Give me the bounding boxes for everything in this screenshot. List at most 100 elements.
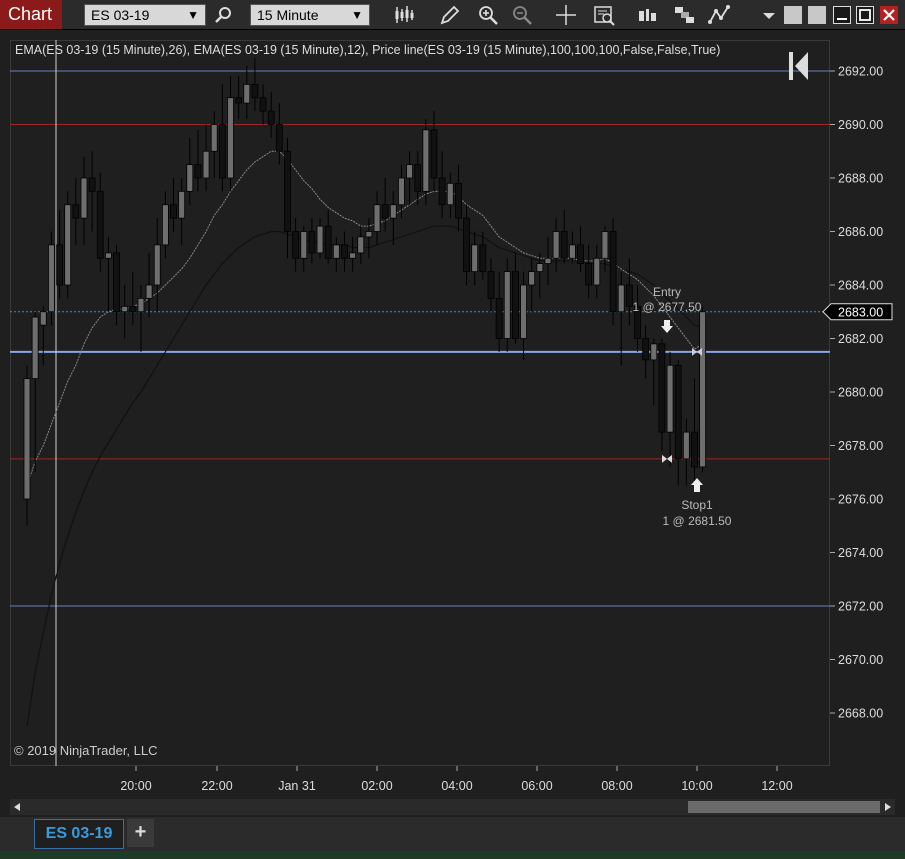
candle xyxy=(56,210,63,299)
y-tick-label: 2680.00 xyxy=(838,386,883,400)
candle xyxy=(23,365,31,526)
candle xyxy=(324,210,332,264)
y-tick-label: 2670.00 xyxy=(838,653,883,667)
candle xyxy=(235,76,243,120)
candle xyxy=(414,151,422,205)
candle xyxy=(471,231,479,285)
y-tick-label: 2668.00 xyxy=(838,707,883,721)
y-tick-label: 2686.00 xyxy=(838,225,883,239)
candle xyxy=(48,231,55,326)
svg-text:Stop1: Stop1 xyxy=(681,498,713,512)
candle xyxy=(463,204,470,285)
candle xyxy=(267,92,275,138)
candle xyxy=(137,285,145,352)
candle xyxy=(438,151,446,219)
candle xyxy=(398,164,405,219)
scroll-right-icon[interactable] xyxy=(881,799,895,815)
price-chart[interactable]: 2692.00 2690.00 2688.00 2686.00 2684.00 2682.… xyxy=(0,0,905,800)
x-tick-label: 02:00 xyxy=(361,779,392,793)
current-price-label: 2683.00 xyxy=(822,303,893,321)
x-tick-label: 12:00 xyxy=(761,779,792,793)
candle xyxy=(161,191,169,259)
candle xyxy=(650,338,658,406)
candle xyxy=(316,218,324,259)
y-tick-label: 2672.00 xyxy=(838,600,883,614)
x-tick-label: 22:00 xyxy=(201,779,232,793)
svg-text:Entry: Entry xyxy=(653,285,681,299)
status-strip xyxy=(0,851,905,859)
candle xyxy=(153,218,161,312)
candle xyxy=(308,218,316,264)
y-tick-label: 2674.00 xyxy=(838,546,883,560)
y-tick-label: 2678.00 xyxy=(838,439,883,453)
y-tick-label: 2690.00 xyxy=(838,118,883,132)
candle xyxy=(699,306,707,473)
x-tick-label: 10:00 xyxy=(681,779,712,793)
candle xyxy=(275,103,283,165)
candle xyxy=(194,129,202,192)
candle xyxy=(625,258,633,326)
candle xyxy=(96,172,104,272)
x-tick-label: 20:00 xyxy=(120,779,151,793)
candle xyxy=(31,311,39,473)
candle xyxy=(121,285,129,339)
x-tick-label: Jan 31 xyxy=(278,779,316,793)
candle xyxy=(593,244,601,299)
scroll-to-end-icon[interactable] xyxy=(789,52,808,80)
candle xyxy=(178,178,186,245)
ema-26-line xyxy=(26,225,703,727)
candle xyxy=(170,178,177,232)
candle xyxy=(430,111,438,192)
indicator-legend: EMA(ES 03-19 (15 Minute),26), EMA(ES 03-… xyxy=(15,43,721,57)
y-tick-label: 2684.00 xyxy=(838,279,883,293)
add-tab-button[interactable]: + xyxy=(127,819,154,847)
candle xyxy=(634,285,641,352)
candle xyxy=(365,218,373,259)
candle xyxy=(64,191,72,299)
candle xyxy=(658,338,666,451)
candle xyxy=(210,111,218,178)
candle xyxy=(88,151,96,232)
candle xyxy=(105,236,112,312)
candle xyxy=(129,271,137,326)
candle xyxy=(251,57,259,112)
candle xyxy=(528,258,536,312)
candle xyxy=(503,258,511,352)
candle xyxy=(349,236,357,272)
candle xyxy=(446,172,454,219)
candle xyxy=(145,252,153,318)
candle xyxy=(512,252,519,344)
candle xyxy=(487,258,495,312)
candle xyxy=(357,226,365,264)
scroll-left-icon[interactable] xyxy=(10,799,24,815)
candle xyxy=(259,84,267,125)
candle xyxy=(674,359,682,486)
y-tick-label: 2688.00 xyxy=(838,172,883,186)
candle xyxy=(585,244,593,299)
candle xyxy=(373,191,381,245)
candle xyxy=(406,151,413,205)
candle xyxy=(243,65,251,120)
candle xyxy=(284,137,291,259)
copyright-text: © 2019 NinjaTrader, LLC xyxy=(14,743,158,758)
candle xyxy=(495,271,503,352)
candle xyxy=(682,418,690,486)
candle xyxy=(609,218,617,326)
horizontal-scrollbar[interactable] xyxy=(10,799,895,815)
tab-es-03-19[interactable]: ES 03-19 xyxy=(34,819,124,849)
candle xyxy=(39,306,47,366)
candle xyxy=(186,137,194,205)
candle xyxy=(552,218,560,272)
candle xyxy=(341,231,348,272)
candle xyxy=(202,124,210,192)
scrollbar-thumb[interactable] xyxy=(688,801,880,813)
candle xyxy=(72,178,80,245)
ema-12-line xyxy=(26,150,703,486)
candle xyxy=(691,378,698,486)
candle xyxy=(422,119,430,205)
svg-text:1 @ 2677.50: 1 @ 2677.50 xyxy=(633,300,702,314)
x-tick-label: 04:00 xyxy=(441,779,472,793)
y-tick-label: 2682.00 xyxy=(838,332,883,346)
x-tick-label: 06:00 xyxy=(521,779,552,793)
candle xyxy=(455,164,462,232)
